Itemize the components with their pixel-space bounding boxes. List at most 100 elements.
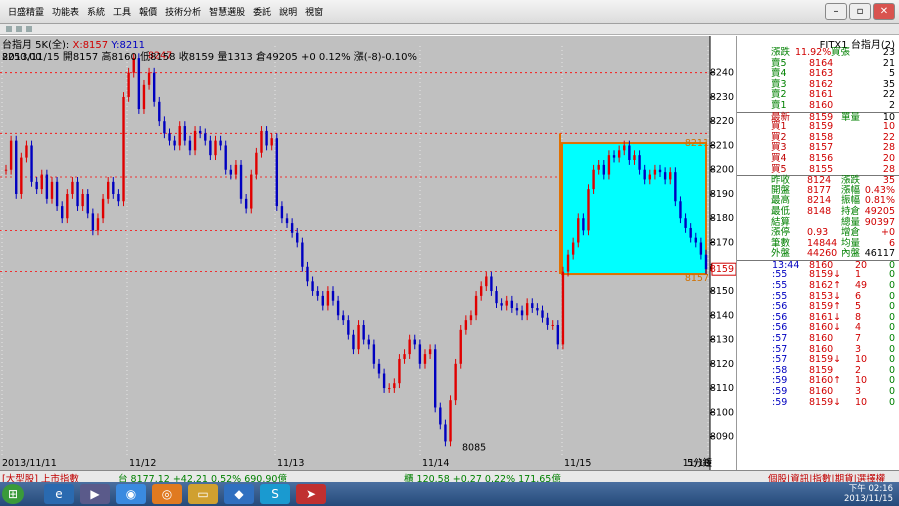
candle-body xyxy=(597,164,600,170)
stat-label: 持倉 xyxy=(841,205,861,217)
candle-body xyxy=(15,140,18,194)
y-tick-label: 8120 xyxy=(710,359,734,370)
label: 漲跌 xyxy=(771,47,791,58)
menu-item-1[interactable]: 日盛精靈 xyxy=(4,5,48,18)
ohlc-info-line: 2013/11/15 開8157 高8160 低8158 收8159 量1313… xyxy=(2,52,417,63)
candle-body xyxy=(449,400,452,442)
candle-body xyxy=(587,189,590,231)
minimize-icon[interactable]: – xyxy=(825,3,847,20)
y-tick-label: 8180 xyxy=(710,213,734,224)
candle-body xyxy=(4,169,8,171)
tick-delta: 0 xyxy=(888,396,895,408)
candle-body xyxy=(301,242,304,267)
bid-label: 買4 xyxy=(771,152,787,164)
candle-body xyxy=(239,164,243,199)
media-icon[interactable]: ▶ xyxy=(80,484,110,504)
candle-body xyxy=(505,300,508,306)
start-icon[interactable]: ⊞ xyxy=(2,484,24,504)
menu-items: 日盛精靈 功能表 系統 工具 報價 技術分析 智慧選股 委託 說明 視窗 xyxy=(4,5,327,18)
x-tick-label: 2013/11/11 xyxy=(2,458,57,469)
y-tick-label: 8140 xyxy=(710,310,734,321)
quote-row: 買4 8156 20 xyxy=(737,152,899,165)
candle-body xyxy=(137,58,141,110)
menu-item-6[interactable]: 技術分析 xyxy=(161,5,205,18)
candle-body xyxy=(30,145,33,182)
candle-body xyxy=(331,291,335,301)
candle-body xyxy=(561,271,565,345)
candle-body xyxy=(485,276,488,287)
candle-body xyxy=(388,388,391,390)
candle-body xyxy=(214,140,217,156)
window-controls: – ▫ ✕ xyxy=(825,3,895,20)
menu-item-2[interactable]: 功能表 xyxy=(48,5,83,18)
taskbar: ⊞ e ▶ ◉ ◎ ▭ ◆ S ➤ 下午 02:16 2013/11/15 xyxy=(0,482,899,506)
candle-body xyxy=(250,174,253,209)
menu-item-3[interactable]: 系統 xyxy=(83,5,109,18)
candle-body xyxy=(515,308,519,311)
quote-panel: FITX1 台指月(2) 漲跌 11.92% 買張 23 賣5 8164 21 賣4 8163 5… xyxy=(736,36,899,470)
candle-body xyxy=(342,315,345,321)
candle-body xyxy=(679,201,682,219)
toolbar-icon[interactable] xyxy=(16,26,22,32)
menu-item-9[interactable]: 說明 xyxy=(275,5,301,18)
quote-row: :59 8159↓ 10 0 xyxy=(737,396,899,409)
maximize-icon[interactable]: ▫ xyxy=(849,3,871,20)
chrome-icon[interactable]: ◉ xyxy=(116,484,146,504)
price-chart[interactable]: 8090810081108120813081408150816081708180… xyxy=(0,36,736,470)
candle-body xyxy=(551,324,554,326)
skype-icon[interactable]: S xyxy=(260,484,290,504)
folder-icon[interactable]: ▭ xyxy=(188,484,218,504)
menu-item-4[interactable]: 工具 xyxy=(109,5,135,18)
candle-body xyxy=(684,218,687,228)
candle-body xyxy=(704,254,708,270)
toolbar-icon[interactable] xyxy=(26,26,32,32)
candle-body xyxy=(306,266,309,282)
x-tick-label: 11/14 xyxy=(422,458,449,469)
y-tick-label: 8200 xyxy=(710,165,734,176)
quote-body: 漲跌 11.92% 買張 23 賣5 8164 21 賣4 8163 5 賣3 8162 35 賣2 816… xyxy=(737,47,899,409)
candle-body xyxy=(638,155,641,170)
candle-body xyxy=(285,218,289,224)
close-icon[interactable]: ✕ xyxy=(873,3,895,20)
firefox-icon[interactable]: ◎ xyxy=(152,484,182,504)
trading-app-icon[interactable]: ➤ xyxy=(296,484,326,504)
candle-body xyxy=(536,308,539,311)
candle-body xyxy=(219,140,222,146)
clock-date: 2013/11/15 xyxy=(844,494,893,504)
candle-body xyxy=(658,169,662,173)
candle-body xyxy=(377,363,381,374)
candle-body xyxy=(689,227,692,238)
candle-body xyxy=(173,140,176,146)
candle-body xyxy=(198,130,202,134)
candle-body xyxy=(479,286,483,296)
candle-body xyxy=(209,140,212,156)
menu-item-8[interactable]: 委託 xyxy=(249,5,275,18)
bid-qty: 28 xyxy=(882,163,895,175)
menu-item-10[interactable]: 視窗 xyxy=(301,5,327,18)
app-icon[interactable]: ◆ xyxy=(224,484,254,504)
candle-body xyxy=(566,254,570,272)
stat-value: 46117 xyxy=(864,248,895,260)
candle-body xyxy=(55,181,59,207)
candle-body xyxy=(142,84,146,110)
chart-area[interactable]: 8090810081108120813081408150816081708180… xyxy=(0,36,736,470)
menu-item-7[interactable]: 智慧選股 xyxy=(205,5,249,18)
ask-label: 賣1 xyxy=(771,99,787,111)
candle-body xyxy=(101,198,105,219)
candle-body xyxy=(362,324,365,340)
tick-qty: 10 xyxy=(855,396,868,408)
candle-body xyxy=(290,223,294,233)
candle-body xyxy=(311,281,314,292)
x-tick-label: 11/15 xyxy=(564,458,591,469)
menu-item-5[interactable]: 報價 xyxy=(135,5,161,18)
candle-body xyxy=(168,133,171,141)
bid-price: 8156 xyxy=(809,152,834,164)
value: 23 xyxy=(882,47,895,58)
candle-body xyxy=(20,157,23,194)
ie-icon[interactable]: e xyxy=(44,484,74,504)
candle-body xyxy=(326,291,330,306)
toolbar-icon[interactable] xyxy=(6,26,12,32)
candle-body xyxy=(418,344,422,364)
stat-label: 外盤 xyxy=(771,248,791,260)
candle-body xyxy=(234,164,238,175)
